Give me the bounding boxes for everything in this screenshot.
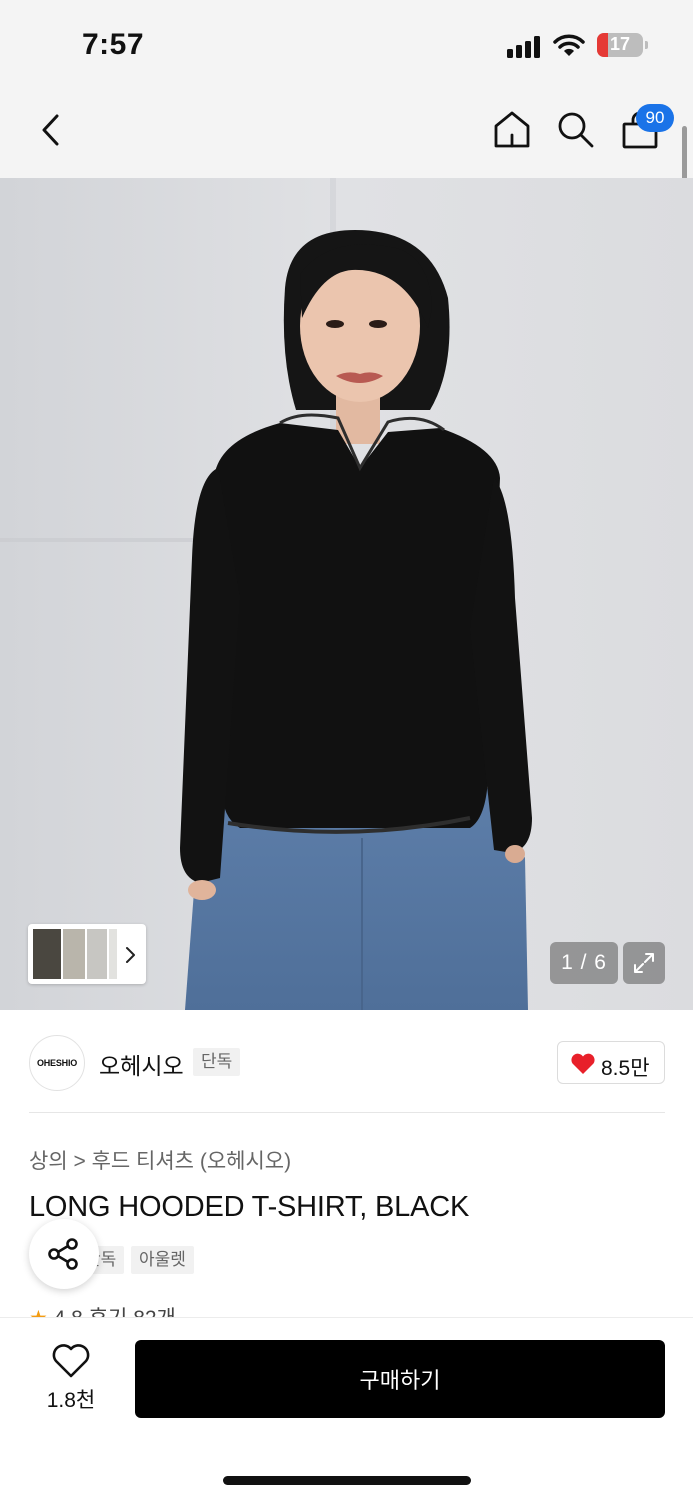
category-breadcrumb[interactable]: 상의 > 후드 티셔츠 (오헤시오) [29, 1145, 291, 1175]
share-icon [48, 1238, 78, 1270]
thumbnail-1[interactable] [33, 929, 61, 979]
image-counter: 1 / 6 [550, 942, 618, 984]
rating-row[interactable]: ★ 4.8 후기 82개 [29, 1302, 176, 1318]
tag-outlet: 아울렛 [131, 1246, 194, 1274]
product-image[interactable] [0, 178, 693, 1010]
thumbnail-strip[interactable] [28, 924, 146, 984]
heart-outline-icon[interactable] [51, 1343, 91, 1379]
brand-like-button[interactable]: 8.5만 [557, 1041, 665, 1084]
home-indicator[interactable] [223, 1476, 471, 1485]
heart-filled-icon [571, 1053, 595, 1074]
share-button[interactable] [29, 1219, 99, 1289]
chevron-right-icon [126, 947, 135, 963]
wifi-icon [553, 34, 585, 56]
battery-level: 17 [609, 34, 631, 54]
exclusive-badge: 단독 [193, 1048, 241, 1076]
back-icon[interactable] [36, 112, 66, 148]
thumbnail-2[interactable] [63, 929, 85, 979]
cellular-signal-icon [507, 36, 543, 58]
buy-button[interactable]: 구매하기 [135, 1340, 665, 1418]
brand-like-count: 8.5만 [601, 1057, 650, 1080]
status-bar: 7:57 17 [0, 0, 693, 90]
wish-count: 1.8천 [46, 1389, 96, 1412]
cart-count-badge: 90 [636, 104, 674, 132]
fullscreen-button[interactable] [623, 942, 665, 984]
battery-icon: 17 [597, 33, 643, 57]
brand-logo[interactable]: OHESHIO [29, 1035, 85, 1091]
expand-icon [634, 953, 654, 973]
search-icon[interactable] [556, 110, 596, 150]
home-icon[interactable] [492, 109, 532, 149]
divider [29, 1112, 665, 1113]
status-time: 7:57 [82, 28, 145, 61]
thumbnail-3[interactable] [87, 929, 107, 979]
brand-name[interactable]: 오헤시오 [99, 1047, 184, 1081]
product-title: LONG HOODED T-SHIRT, BLACK [29, 1191, 470, 1223]
